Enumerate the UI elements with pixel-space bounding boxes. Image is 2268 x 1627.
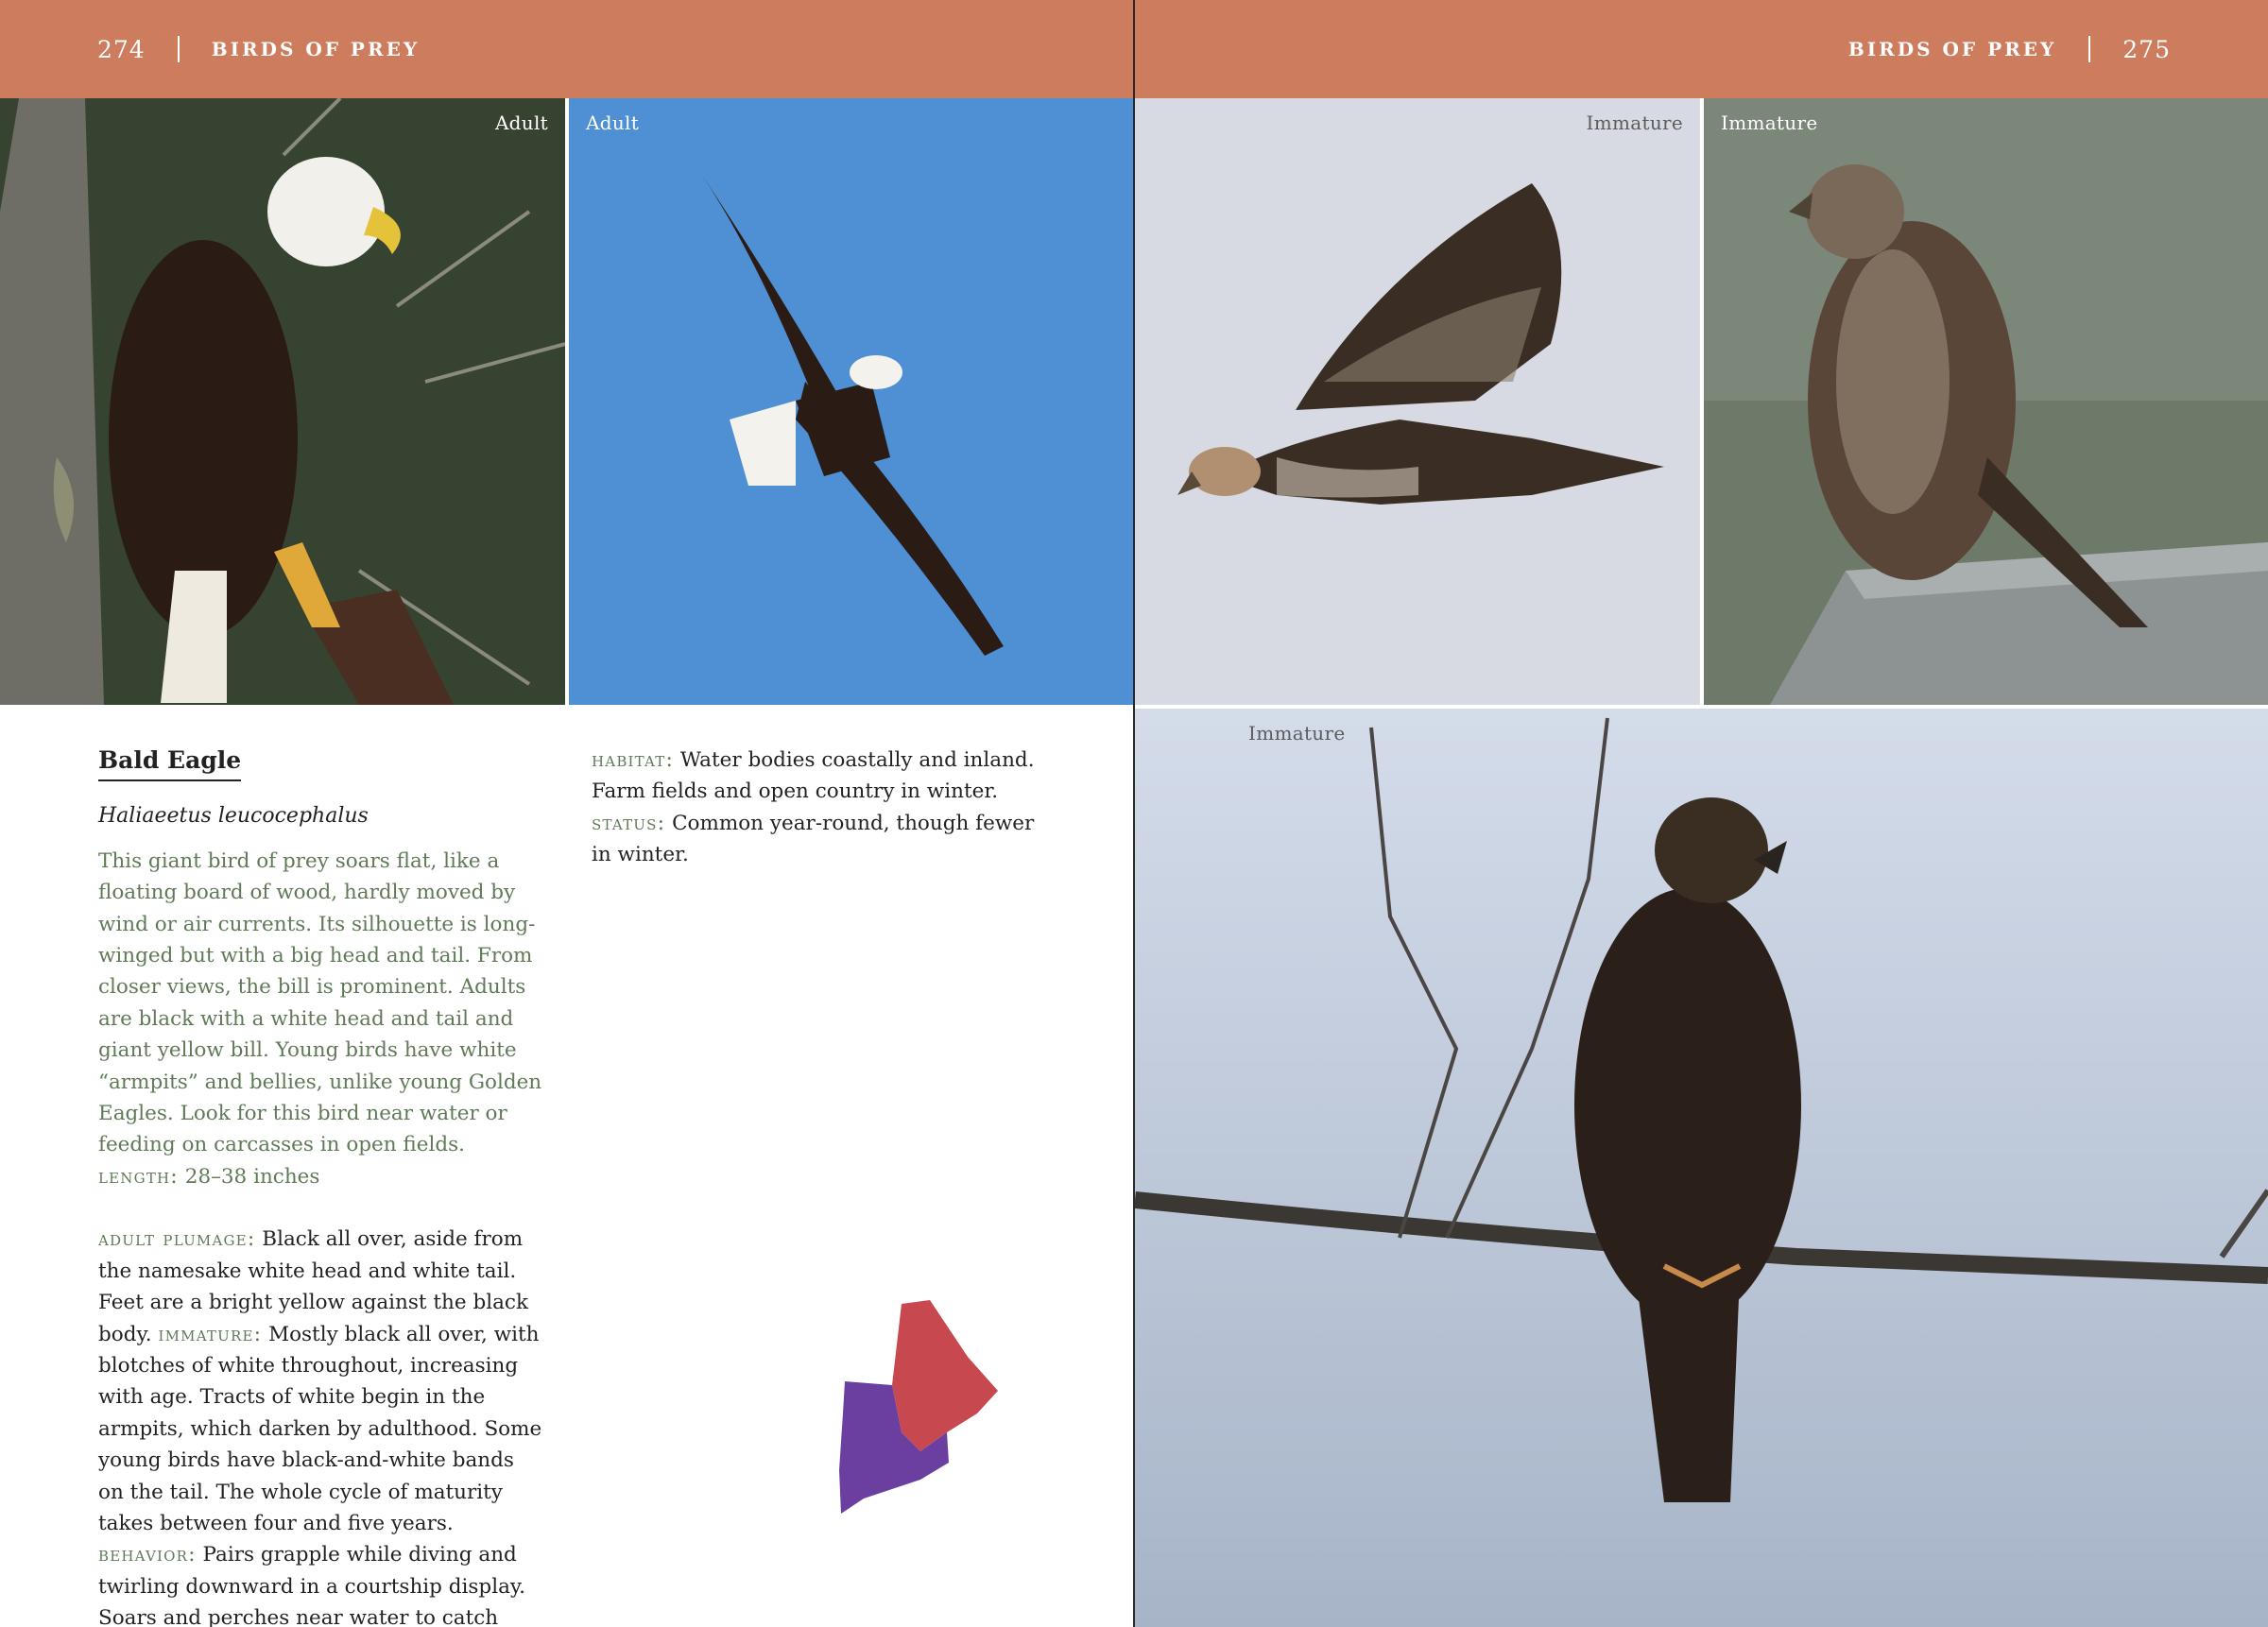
status-label: status: <box>592 811 666 835</box>
adult-plumage-label: adult plumage: <box>98 1227 256 1252</box>
behavior-label: behavior: <box>98 1543 197 1567</box>
species-intro: This giant bird of prey soars flat, like… <box>98 848 542 1157</box>
photo-immature-flight: Immature <box>1135 98 1700 705</box>
photo-divider <box>1700 98 1704 705</box>
immature-label: immature: <box>158 1322 263 1346</box>
length-value: 28–38 inches <box>184 1164 320 1189</box>
photo-adult-flight: Adult <box>569 98 1134 705</box>
length-label: length: <box>98 1164 179 1189</box>
photo-caption: Immature <box>1248 722 1346 745</box>
photo-caption: Adult <box>586 111 640 134</box>
right-page-header: BIRDS OF PREY 275 <box>1135 0 2268 98</box>
eagle-perched-image <box>0 98 565 705</box>
species-common-name: Bald Eagle <box>98 745 242 782</box>
book-spine <box>1133 0 1135 1627</box>
header-separator <box>2088 36 2091 62</box>
photo-adult-perched: Adult <box>0 98 565 705</box>
header-separator <box>177 36 180 62</box>
new-england-range-map-icon <box>835 1300 1002 1517</box>
immature-perched-image <box>1704 98 2268 705</box>
eagle-flight-image <box>569 98 1134 705</box>
immature-branch-image <box>1135 709 2268 1627</box>
immature-text: Mostly black all over, with blotches of … <box>98 1322 542 1535</box>
page-number: 274 <box>97 35 146 63</box>
photo-caption: Immature <box>1721 111 1818 134</box>
length-line: length: 28–38 inches <box>98 1161 542 1192</box>
left-page-header: 274 BIRDS OF PREY <box>0 0 1134 98</box>
photo-divider <box>1135 705 2268 709</box>
photo-caption: Immature <box>1586 111 1683 134</box>
plumage-paragraph: adult plumage: Black all over, aside fro… <box>98 1224 542 1627</box>
photo-immature-perched: Immature <box>1704 98 2268 705</box>
range-map-image <box>839 1300 998 1514</box>
left-page: 274 BIRDS OF PREY Adult Adult Bald Eagle… <box>0 0 1134 1627</box>
habitat-status-paragraph: habitat: Water bodies coastally and inla… <box>592 745 1036 871</box>
immature-flight-image <box>1135 98 1700 705</box>
photo-immature-branch: Immature <box>1135 709 2268 1627</box>
running-head: BIRDS OF PREY <box>211 38 421 60</box>
species-text-column-1: Bald Eagle Haliaeetus leucocephalus This… <box>98 745 542 1627</box>
running-head: BIRDS OF PREY <box>1847 38 2057 60</box>
page-number: 275 <box>2122 35 2171 63</box>
right-page: BIRDS OF PREY 275 Immature Immature Imma… <box>1135 0 2268 1627</box>
species-text-column-2: habitat: Water bodies coastally and inla… <box>592 745 1036 871</box>
photo-caption: Adult <box>494 111 548 134</box>
habitat-label: habitat: <box>592 748 675 772</box>
species-scientific-name: Haliaeetus leucocephalus <box>98 804 369 829</box>
